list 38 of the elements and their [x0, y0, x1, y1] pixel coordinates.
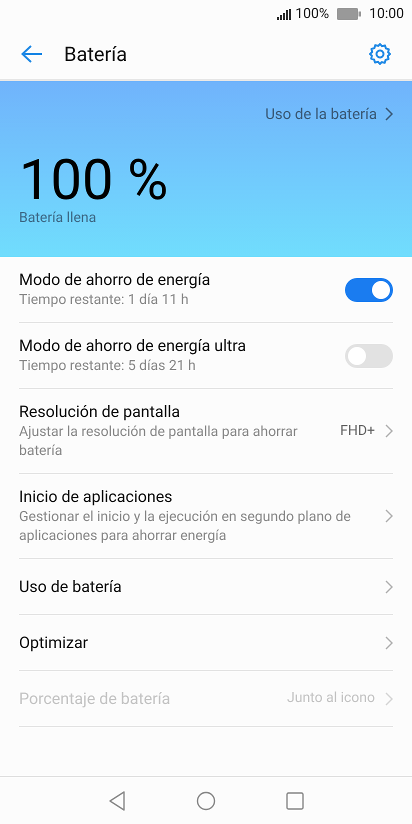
signal-icon — [277, 8, 292, 20]
row-subtitle: Tiempo restante: 1 día 11 h — [19, 291, 190, 310]
row-title: Resolución de pantalla — [19, 401, 182, 423]
row-title: Modo de ahorro de energía — [19, 269, 212, 291]
back-nav-button[interactable] — [108, 790, 126, 810]
settings-row[interactable]: Optimizar — [19, 615, 393, 671]
row-value: Junto al icono — [287, 689, 375, 708]
row-subtitle: Gestionar el inicio y la ejecución en segundo plano de aplicaciones para ahorrar energía — [19, 508, 352, 546]
battery-usage-link[interactable]: Uso de la batería — [265, 103, 393, 126]
row-value: FHD+ — [340, 422, 375, 440]
toggle-switch[interactable] — [345, 344, 393, 368]
chevron-icon — [385, 580, 393, 594]
row-subtitle: Ajustar la resolución de pantalla para ahorrar batería — [19, 423, 299, 461]
chevron-icon — [385, 636, 393, 650]
settings-row[interactable]: Resolución de pantalla Ajustar la resolución de pantalla para ahorrar batería FHD+ — [19, 389, 393, 474]
row-title: Modo de ahorro de energía ultra — [19, 335, 248, 357]
page-title: Batería — [64, 40, 128, 68]
chevron-icon — [385, 107, 393, 122]
row-title: Porcentaje de batería — [19, 688, 172, 710]
recents-nav-button[interactable] — [286, 792, 304, 810]
battery-status: Batería llena — [19, 208, 98, 228]
settings-row[interactable]: Modo de ahorro de energía Tiempo restante: 1 día 11 h — [19, 257, 393, 323]
chevron-icon — [385, 692, 393, 706]
row-title: Optimizar — [19, 632, 90, 654]
settings-row[interactable]: Inicio de aplicaciones Gestionar el inicio y la ejecución en segundo plano de aplicaciones para ahorrar energía — [19, 474, 393, 559]
battery-icon — [337, 8, 362, 20]
battery-percent: 100% — [295, 4, 330, 24]
home-nav-button[interactable] — [196, 790, 216, 810]
settings-row[interactable]: Uso de batería — [19, 559, 393, 615]
row-subtitle: Tiempo restante: 5 días 21 h — [19, 357, 197, 376]
chevron-icon — [385, 424, 393, 438]
chevron-icon — [385, 509, 393, 523]
clock: 10:00 — [369, 4, 404, 24]
toggle-switch[interactable] — [345, 278, 393, 302]
battery-percentage: 100 % — [19, 152, 170, 208]
row-title: Inicio de aplicaciones — [19, 486, 174, 508]
settings-row[interactable]: Modo de ahorro de energía ultra Tiempo restante: 5 días 21 h — [19, 323, 393, 389]
row-title: Uso de batería — [19, 576, 123, 598]
